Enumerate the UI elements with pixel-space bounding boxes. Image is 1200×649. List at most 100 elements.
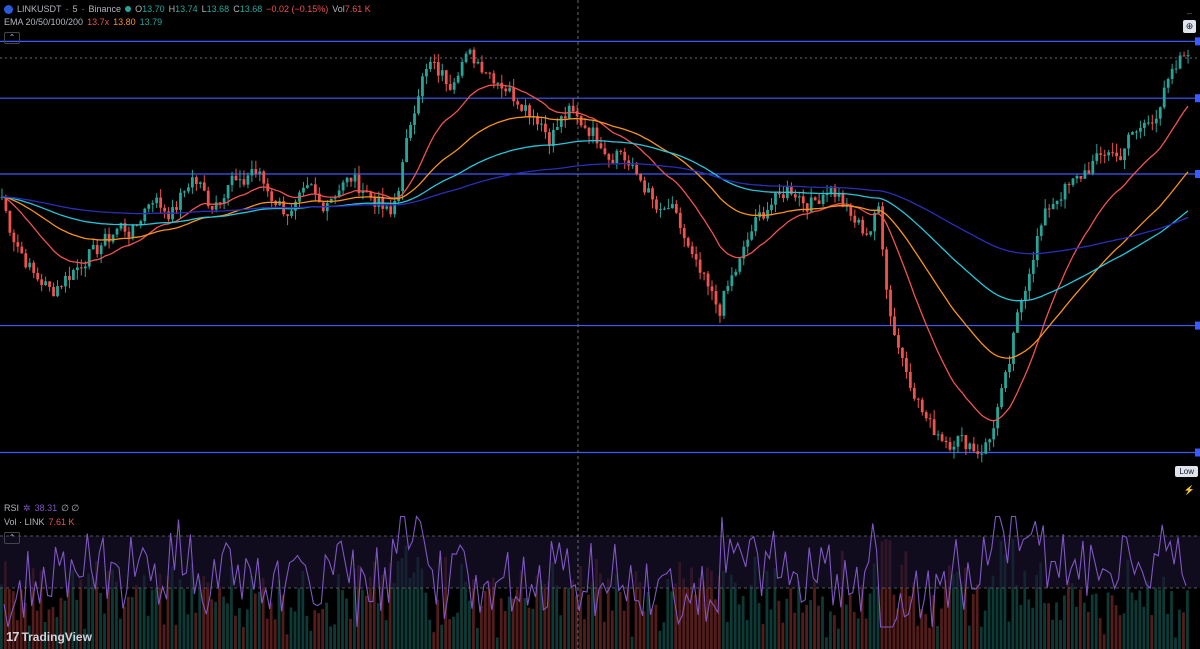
candle-body — [920, 399, 924, 413]
volume-bar — [757, 603, 761, 649]
volume-bar — [563, 587, 567, 649]
tradingview-logo[interactable]: 17 TradingView — [6, 629, 92, 644]
candle-body — [1135, 131, 1138, 133]
volume-bar — [749, 584, 753, 649]
candle-body — [674, 204, 678, 213]
volume-bar — [261, 577, 265, 649]
candle-body — [647, 188, 650, 193]
candle-body — [313, 184, 317, 194]
volume-bar — [737, 604, 741, 649]
collapse-indicators-button[interactable]: ⌃ — [4, 532, 20, 544]
volume-bar — [856, 618, 860, 649]
horizontal-levels[interactable] — [0, 37, 1200, 457]
candle-body — [432, 61, 436, 63]
price-change: −0.02 (−0.15%) — [266, 4, 329, 14]
volume-bar — [1150, 615, 1154, 649]
zoom-in-icon[interactable]: ⊕ — [1183, 20, 1196, 33]
candle-body — [1035, 235, 1039, 260]
candle-body — [853, 215, 857, 223]
candle-body — [813, 197, 817, 201]
volume-bar — [214, 601, 217, 649]
candle-body — [389, 206, 393, 215]
candle-body — [908, 371, 912, 388]
volume-bar — [805, 604, 809, 649]
candle-body — [111, 234, 115, 242]
volume-bar — [507, 596, 511, 649]
volume-bar — [975, 584, 979, 649]
volume-bar — [293, 611, 297, 649]
volume-bar — [1071, 583, 1074, 649]
volume-bar — [559, 615, 563, 649]
candle-body — [893, 316, 896, 335]
volume-bar — [345, 598, 348, 649]
candle-body — [750, 231, 754, 240]
collapse-legend-button[interactable]: ⌃ — [4, 32, 20, 44]
candle-body — [659, 208, 662, 210]
volume-bar — [1094, 593, 1098, 649]
symbol-legend[interactable]: LINKUSDT · 5 · Binance O13.70 H13.74 L13… — [4, 3, 371, 15]
volume-bar — [1178, 609, 1181, 649]
candle-body — [226, 185, 230, 199]
volume-bar — [241, 626, 245, 649]
level-handle — [1195, 448, 1200, 457]
volume-pane-legend[interactable]: Vol · LINK 7.61 K — [4, 516, 75, 528]
volume-bar — [741, 596, 745, 649]
volume-bar — [1098, 618, 1102, 649]
volume-bar — [622, 610, 626, 649]
volume-bar — [138, 587, 142, 649]
volume-bar — [253, 593, 257, 649]
candle-body — [492, 73, 496, 84]
tradingview-brand-name: TradingView — [21, 629, 92, 644]
candle-body — [290, 210, 293, 216]
candle-body — [865, 233, 869, 235]
volume-bar — [495, 637, 499, 649]
price-chart[interactable] — [0, 0, 1200, 649]
volume-bar — [154, 587, 158, 649]
volume-bar — [1067, 581, 1070, 649]
candle-body — [1091, 160, 1095, 174]
volume-bar — [793, 612, 797, 649]
candle-body — [413, 113, 416, 125]
candle-body — [722, 290, 726, 316]
candle-body — [202, 182, 206, 191]
candle-body — [64, 275, 67, 287]
candle-body — [484, 72, 488, 74]
candle-body — [520, 104, 524, 111]
candle-body — [651, 188, 654, 200]
candle-body — [690, 246, 694, 254]
candle-body — [115, 228, 119, 235]
candle-body — [401, 162, 405, 192]
volume-bar — [226, 603, 229, 649]
lightning-icon[interactable]: ⚡ — [1183, 484, 1196, 497]
candle-body — [496, 82, 500, 84]
candle-body — [472, 49, 476, 64]
candle-body — [976, 451, 980, 454]
volume-bar — [777, 600, 781, 649]
candle-body — [1174, 68, 1178, 70]
volume-bar — [602, 621, 606, 649]
candle-body — [655, 199, 658, 210]
volume-bar — [222, 596, 225, 649]
volume-bar — [384, 620, 388, 649]
volume-bar — [1170, 591, 1173, 649]
candle-body — [698, 259, 702, 273]
volume-bar — [452, 616, 455, 649]
rsi-settings-icon[interactable]: ✲ — [23, 502, 31, 514]
minimize-icon[interactable]: _ — [1183, 3, 1196, 16]
volume-bar — [979, 626, 983, 649]
candle-body — [904, 357, 908, 372]
candle-body — [861, 219, 865, 234]
volume-bar — [967, 625, 971, 649]
rsi-legend[interactable]: RSI ✲ 38.31 ∅ ∅ — [4, 502, 79, 514]
volume-value: 7.61 K — [48, 517, 75, 527]
rsi-extra: ∅ ∅ — [61, 503, 80, 513]
candle-body — [452, 82, 456, 90]
volume-bar — [1086, 611, 1090, 649]
candle-body — [504, 88, 508, 92]
volume-bar — [476, 627, 479, 649]
volume-bar — [182, 588, 186, 649]
candle-body — [409, 124, 412, 138]
ohlc-high: H13.74 — [168, 4, 198, 14]
volume-bar — [265, 618, 269, 649]
ema-legend[interactable]: EMA 20/50/100/200 13.7x 13.80 13.79 — [4, 16, 162, 28]
